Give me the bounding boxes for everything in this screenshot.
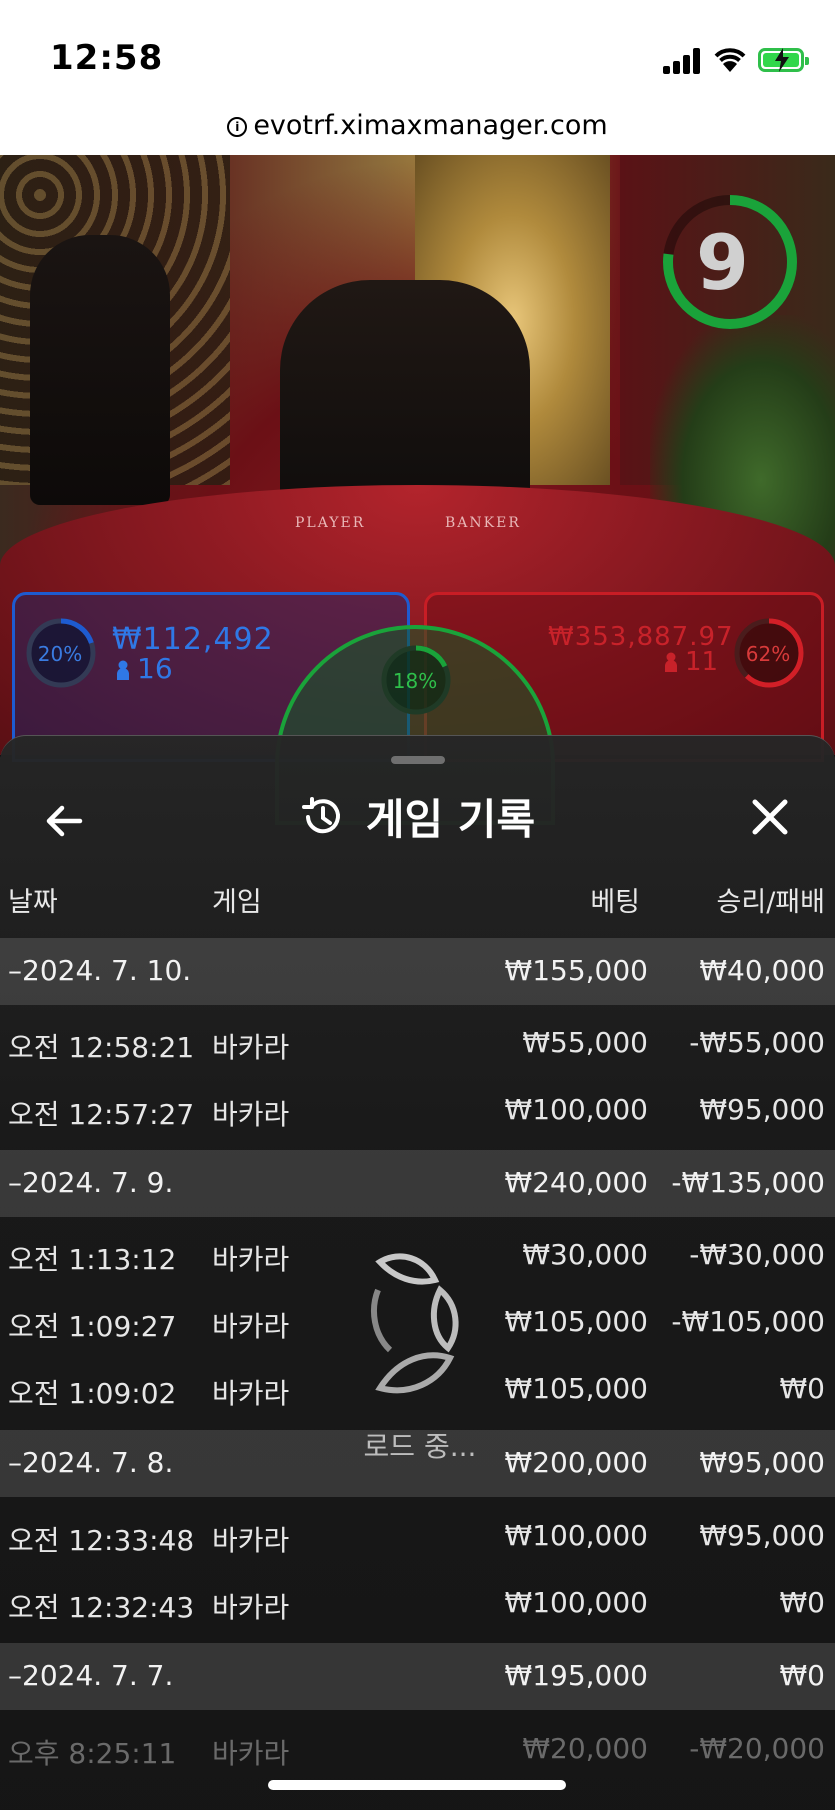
row-game: 바카라	[212, 1098, 290, 1131]
status-bar: 12:58	[0, 0, 835, 100]
wifi-icon	[714, 48, 746, 72]
player-pct: 20%	[37, 642, 83, 666]
history-row[interactable]: 오전 12:58:21 바카라 ₩55,000 -₩55,000	[0, 1010, 835, 1077]
row-win: -₩105,000	[671, 1305, 825, 1338]
player-count-wrap: 16	[117, 652, 173, 685]
row-bet: ₩105,000	[504, 1305, 648, 1338]
sheet-grabber[interactable]	[391, 756, 445, 764]
address-bar[interactable]: i evotrf.ximaxmanager.com	[0, 100, 835, 155]
table-label-banker: BANKER	[445, 515, 521, 531]
row-time: 오전 1:13:12	[8, 1243, 177, 1276]
banker-count-wrap: 11	[665, 647, 718, 677]
row-bet: ₩105,000	[504, 1372, 648, 1405]
group-bet-total: ₩155,000	[504, 954, 648, 987]
history-group-row[interactable]: –2024. 7. 9. ₩240,000 -₩135,000	[0, 1150, 835, 1217]
person-icon	[665, 652, 677, 672]
row-time: 오후 8:25:11	[8, 1737, 177, 1770]
row-win: -₩20,000	[689, 1732, 825, 1765]
row-game: 바카라	[212, 1737, 290, 1770]
history-row[interactable]: 오후 8:25:11 바카라 ₩20,000 -₩20,000	[0, 1716, 835, 1783]
group-win-total: -₩135,000	[671, 1166, 825, 1199]
row-bet: ₩100,000	[504, 1586, 648, 1619]
history-row[interactable]: 오전 12:32:43 바카라 ₩100,000 ₩0	[0, 1570, 835, 1637]
row-bet: ₩30,000	[522, 1238, 648, 1271]
group-win-total: ₩40,000	[699, 954, 825, 987]
row-time: 오전 1:09:02	[8, 1377, 177, 1410]
group-date: –2024. 7. 9.	[8, 1166, 174, 1199]
sheet-title: 게임 기록	[365, 795, 536, 844]
history-row[interactable]: 오전 12:57:27 바카라 ₩100,000 ₩95,000	[0, 1077, 835, 1144]
row-time: 오전 12:32:43	[8, 1591, 195, 1624]
row-win: -₩30,000	[689, 1238, 825, 1271]
row-bet: ₩100,000	[504, 1093, 648, 1126]
history-group-row[interactable]: –2024. 7. 7. ₩195,000 ₩0	[0, 1643, 835, 1710]
info-icon[interactable]: i	[227, 117, 248, 137]
row-win: ₩0	[779, 1372, 826, 1405]
column-header-win-loss: 승리/패배	[716, 887, 825, 918]
row-bet: ₩100,000	[504, 1519, 648, 1552]
battery-icon	[758, 48, 809, 72]
home-indicator[interactable]	[268, 1780, 566, 1790]
row-game: 바카라	[212, 1377, 290, 1410]
person-icon	[117, 660, 129, 680]
row-game: 바카라	[212, 1524, 290, 1557]
row-game: 바카라	[212, 1243, 290, 1276]
row-time: 오전 12:57:27	[8, 1098, 195, 1131]
row-win: ₩95,000	[699, 1519, 825, 1552]
history-icon	[301, 796, 340, 833]
banker-count: 11	[685, 647, 719, 677]
loading-text: 로드 중...	[363, 1430, 477, 1463]
dealer-figure	[30, 235, 170, 505]
group-date: –2024. 7. 8.	[8, 1446, 174, 1479]
url-text: evotrf.ximaxmanager.com	[253, 110, 608, 141]
group-bet-total: ₩240,000	[504, 1166, 648, 1199]
group-win-total: ₩0	[779, 1659, 826, 1692]
row-game: 바카라	[212, 1031, 290, 1064]
sheet-header: 게임 기록	[0, 786, 835, 847]
column-header-date: 날짜	[8, 887, 58, 918]
group-win-total: ₩95,000	[699, 1446, 825, 1479]
row-time: 오전 1:09:27	[8, 1310, 177, 1343]
group-date: –2024. 7. 7.	[8, 1659, 174, 1692]
row-bet: ₩55,000	[522, 1026, 648, 1059]
group-date: –2024. 7. 10.	[8, 954, 192, 987]
row-win: ₩95,000	[699, 1093, 825, 1126]
row-time: 오전 12:33:48	[8, 1524, 195, 1557]
table-label-player: PLAYER	[295, 515, 366, 531]
group-bet-total: ₩200,000	[504, 1446, 648, 1479]
close-icon[interactable]	[745, 792, 795, 842]
column-header-bet: 베팅	[590, 887, 640, 918]
banker-pct: 62%	[745, 642, 791, 666]
group-bet-total: ₩195,000	[504, 1659, 648, 1692]
row-time: 오전 12:58:21	[8, 1031, 195, 1064]
row-win: -₩55,000	[689, 1026, 825, 1059]
signal-icon	[663, 48, 701, 74]
row-win: ₩0	[779, 1586, 826, 1619]
history-group-row[interactable]: –2024. 7. 10. ₩155,000 ₩40,000	[0, 938, 835, 1005]
history-row[interactable]: 오전 12:33:48 바카라 ₩100,000 ₩95,000	[0, 1503, 835, 1570]
player-count: 16	[137, 652, 173, 685]
countdown-timer: 9	[696, 218, 749, 307]
status-time: 12:58	[50, 38, 164, 78]
loading-spinner-icon	[371, 1253, 459, 1394]
row-game: 바카라	[212, 1591, 290, 1624]
tie-pct: 18%	[392, 669, 438, 693]
row-game: 바카라	[212, 1310, 290, 1343]
row-bet: ₩20,000	[522, 1732, 648, 1765]
column-header-game: 게임	[212, 887, 262, 918]
